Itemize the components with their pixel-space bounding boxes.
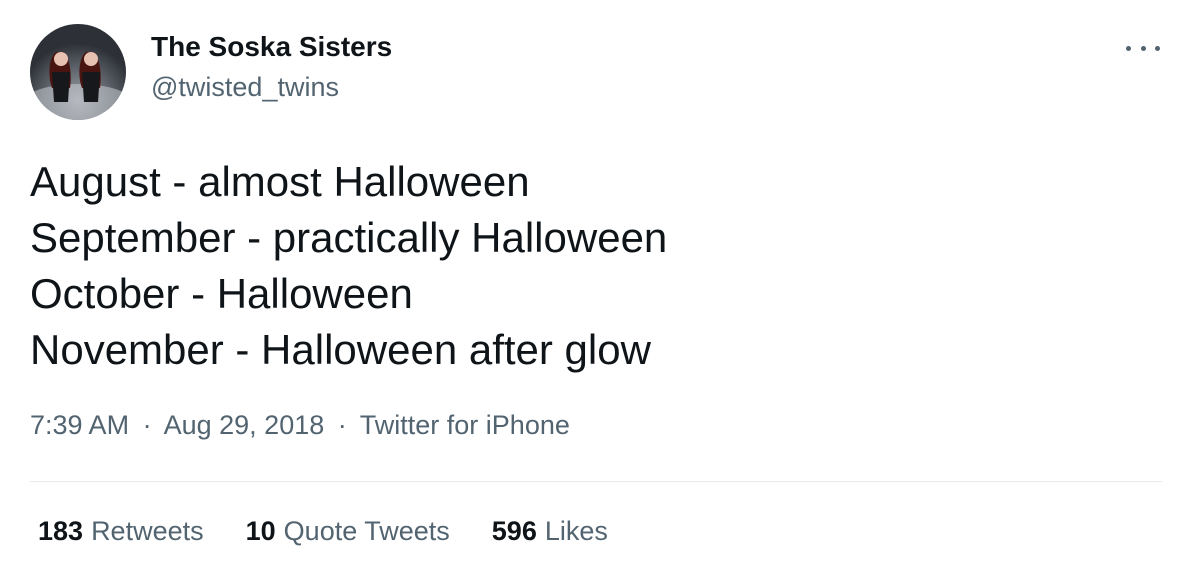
likes-count: 596 bbox=[491, 516, 537, 546]
likes-stat[interactable]: 596 Likes bbox=[492, 516, 608, 547]
more-dot bbox=[1155, 45, 1160, 51]
tweet-line: August - almost Halloween bbox=[30, 158, 530, 205]
likes-label: Likes bbox=[544, 516, 608, 546]
more-dot bbox=[1126, 45, 1131, 51]
tweet-line: September - practically Halloween bbox=[30, 214, 668, 261]
metadata-separator: · bbox=[337, 410, 347, 440]
tweet-text: August - almost Halloween September - pr… bbox=[30, 154, 1160, 378]
display-name[interactable]: The Soska Sisters bbox=[151, 31, 392, 63]
tweet-date[interactable]: Aug 29, 2018 bbox=[164, 410, 325, 440]
retweets-stat[interactable]: 183 Retweets bbox=[38, 516, 204, 547]
avatar-image bbox=[30, 24, 126, 120]
metadata-separator: · bbox=[142, 410, 152, 440]
tweet-time[interactable]: 7:39 AM bbox=[30, 410, 129, 440]
retweets-label: Retweets bbox=[91, 516, 204, 546]
engagement-stats: 183 Retweets 10 Quote Tweets 596 Likes bbox=[38, 516, 608, 547]
more-dot bbox=[1140, 45, 1146, 51]
user-handle[interactable]: @twisted_twins bbox=[151, 72, 339, 103]
more-horizontal-icon[interactable] bbox=[1126, 38, 1160, 58]
quote-tweets-label: Quote Tweets bbox=[283, 516, 450, 546]
tweet-card: The Soska Sisters @twisted_twins August … bbox=[0, 0, 1194, 586]
tweet-line: October - Halloween bbox=[30, 270, 413, 317]
quote-tweets-count: 10 bbox=[245, 516, 276, 546]
avatar[interactable] bbox=[30, 24, 126, 120]
divider bbox=[30, 481, 1162, 482]
retweets-count: 183 bbox=[38, 516, 84, 546]
tweet-line: November - Halloween after glow bbox=[30, 326, 651, 373]
tweet-metadata: 7:39 AM · Aug 29, 2018 · Twitter for iPh… bbox=[30, 410, 570, 441]
tweet-source[interactable]: Twitter for iPhone bbox=[360, 410, 570, 440]
quote-tweets-stat[interactable]: 10 Quote Tweets bbox=[246, 516, 450, 547]
